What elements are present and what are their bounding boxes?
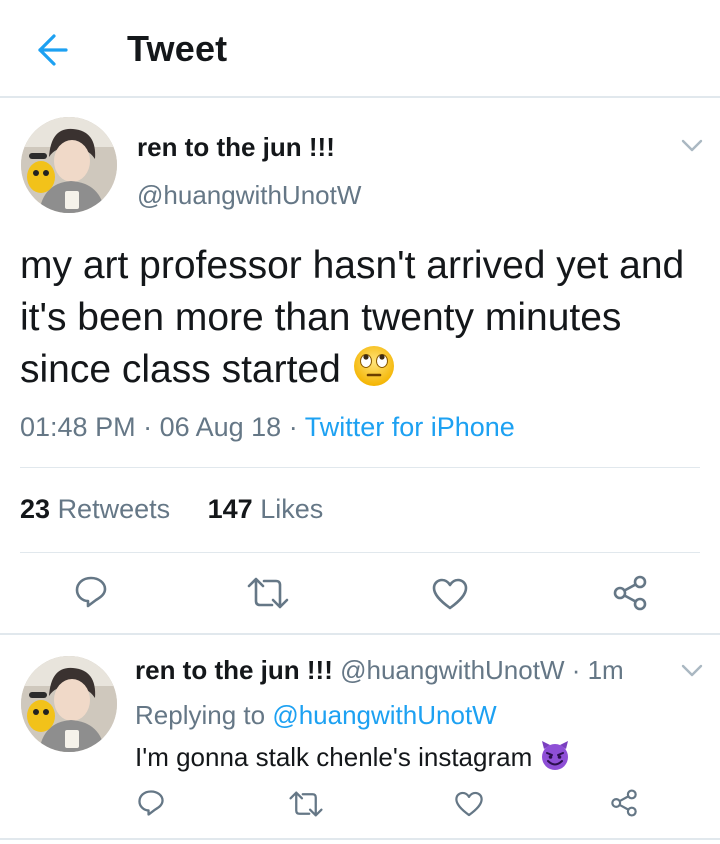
avatar-image bbox=[21, 117, 117, 213]
tweet-text: my art professor hasn't arrived yet and … bbox=[20, 240, 710, 396]
top-app-bar: Tweet bbox=[0, 0, 720, 98]
divider bbox=[20, 467, 700, 468]
smiling-face-with-horns-icon bbox=[542, 741, 569, 770]
back-button[interactable] bbox=[30, 32, 70, 68]
chevron-down-icon[interactable] bbox=[681, 664, 703, 678]
divider bbox=[20, 552, 700, 553]
reply-header: ren to the jun !!! @huangwithUnotW · 1m bbox=[135, 655, 624, 685]
likes-stat[interactable]: 147 Likes bbox=[208, 494, 324, 524]
like-icon[interactable] bbox=[454, 790, 484, 818]
reply-timestamp: 1m bbox=[587, 655, 624, 685]
reply-text: I'm gonna stalk chenle's instagram bbox=[135, 739, 571, 773]
share-icon[interactable] bbox=[612, 575, 648, 611]
retweets-stat[interactable]: 23 Retweets bbox=[20, 494, 170, 524]
likes-count: 147 bbox=[207, 494, 253, 524]
reply-icon[interactable] bbox=[137, 789, 165, 817]
tweet-date: 06 Aug 18 bbox=[159, 412, 282, 442]
page-title: Tweet bbox=[127, 28, 228, 69]
retweets-label: Retweets bbox=[57, 494, 171, 524]
replying-to: Replying to @huangwithUnotW bbox=[135, 700, 497, 731]
separator bbox=[0, 838, 720, 840]
retweet-icon[interactable] bbox=[288, 791, 324, 817]
engagement-stats: 23 Retweets 147 Likes bbox=[20, 494, 323, 525]
tweet-source-link[interactable]: Twitter for iPhone bbox=[305, 412, 515, 442]
arrow-left-icon bbox=[38, 34, 68, 66]
user-handle[interactable]: @huangwithUnotW bbox=[137, 180, 361, 211]
retweet-icon[interactable] bbox=[246, 577, 290, 609]
avatar[interactable] bbox=[21, 117, 117, 213]
share-icon[interactable] bbox=[610, 789, 638, 817]
display-name[interactable]: ren to the jun !!! bbox=[137, 132, 335, 163]
reply-handle[interactable]: @huangwithUnotW bbox=[340, 655, 564, 685]
separator bbox=[0, 633, 720, 635]
like-icon[interactable] bbox=[431, 577, 469, 611]
replying-prefix: Replying to bbox=[135, 700, 266, 730]
tweet-time: 01:48 PM bbox=[20, 412, 136, 442]
replying-to-link[interactable]: @huangwithUnotW bbox=[272, 700, 496, 730]
tweet-metadata: 01:48 PM · 06 Aug 18 · Twitter for iPhon… bbox=[20, 412, 515, 442]
reply-icon[interactable] bbox=[74, 575, 108, 609]
chevron-down-icon[interactable] bbox=[681, 139, 703, 153]
face-with-rolling-eyes-icon bbox=[353, 346, 394, 386]
reply-text-body: I'm gonna stalk chenle's instagram bbox=[135, 742, 533, 772]
likes-label: Likes bbox=[260, 494, 324, 524]
reply-display-name[interactable]: ren to the jun !!! bbox=[135, 655, 333, 685]
retweets-count: 23 bbox=[20, 494, 51, 524]
avatar-image bbox=[21, 656, 117, 752]
reply-avatar[interactable] bbox=[21, 656, 117, 752]
